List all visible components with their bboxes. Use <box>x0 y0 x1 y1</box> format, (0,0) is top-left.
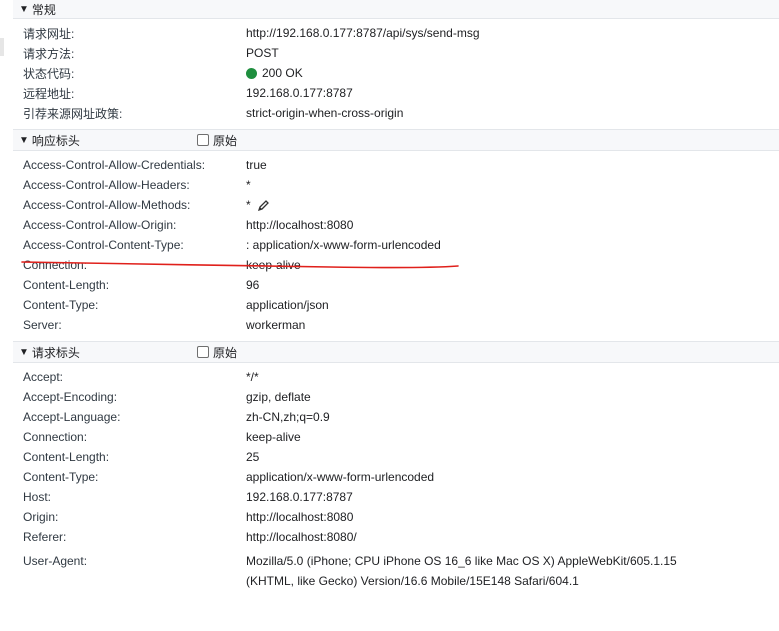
status-dot-icon <box>246 67 257 79</box>
header-key: Accept-Encoding: <box>23 390 118 404</box>
header-value[interactable]: 96 <box>246 278 259 292</box>
header-value[interactable]: POST <box>246 46 279 60</box>
general-row: 请求网址: http://192.168.0.177:8787/api/sys/… <box>13 23 779 43</box>
request-header-row: Referer: http://localhost:8080/ <box>13 527 779 547</box>
pencil-icon[interactable] <box>257 199 270 212</box>
general-rows: 请求网址: http://192.168.0.177:8787/api/sys/… <box>13 19 779 129</box>
response-header-row: Access-Control-Content-Type: : applicati… <box>13 235 779 255</box>
header-value[interactable]: keep-alive <box>246 258 301 272</box>
header-value[interactable]: http://192.168.0.177:8787/api/sys/send-m… <box>246 26 480 40</box>
section-title: 响应标头 <box>31 133 80 148</box>
request-header-row: Connection: keep-alive <box>13 427 779 447</box>
header-value[interactable]: 192.168.0.177:8787 <box>246 86 353 100</box>
header-key: Origin: <box>23 510 59 524</box>
header-key: Content-Type: <box>23 298 99 312</box>
response-header-rows: Access-Control-Allow-Credentials: true A… <box>13 151 779 341</box>
header-key: Access-Control-Allow-Credentials: <box>23 158 206 172</box>
response-header-row: Content-Type: application/json <box>13 295 779 315</box>
header-key: Access-Control-Content-Type: <box>23 238 184 252</box>
header-value[interactable]: : application/x-www-form-urlencoded <box>246 238 441 252</box>
response-header-row: Server: workerman <box>13 315 779 335</box>
raw-checkbox[interactable] <box>197 134 209 146</box>
header-value[interactable]: zh-CN,zh;q=0.9 <box>246 410 330 424</box>
request-header-row: Content-Length: 25 <box>13 447 779 467</box>
methods-value[interactable]: * <box>246 198 270 212</box>
header-key: 远程地址: <box>23 86 75 101</box>
request-header-row: Accept-Encoding: gzip, deflate <box>13 387 779 407</box>
raw-toggle[interactable]: 原始 <box>197 344 237 361</box>
header-key: Server: <box>23 318 62 332</box>
section-title: 常规 <box>31 2 56 17</box>
header-key: Content-Type: <box>23 470 99 484</box>
header-value[interactable]: http://localhost:8080 <box>246 218 353 232</box>
header-value[interactable]: gzip, deflate <box>246 390 311 404</box>
header-value[interactable]: application/json <box>246 298 329 312</box>
header-value[interactable]: workerman <box>246 318 305 332</box>
headers-panel: ▼ 常规 请求网址: http://192.168.0.177:8787/api… <box>13 0 779 597</box>
header-key: 请求方法: <box>23 46 75 61</box>
header-key: Accept-Language: <box>23 410 121 424</box>
header-value[interactable]: true <box>246 158 267 172</box>
header-key: Access-Control-Allow-Origin: <box>23 218 177 232</box>
header-key: Referer: <box>23 530 67 544</box>
header-key: 请求网址: <box>23 26 75 41</box>
header-value[interactable]: 25 <box>246 450 259 464</box>
response-header-row: Access-Control-Allow-Headers: * <box>13 175 779 195</box>
header-key: Accept: <box>23 370 64 384</box>
general-row: 引荐来源网址政策: strict-origin-when-cross-origi… <box>13 103 779 123</box>
header-key: Access-Control-Allow-Headers: <box>23 178 190 192</box>
header-key: 引荐来源网址政策: <box>23 106 123 121</box>
request-header-row: Accept-Language: zh-CN,zh;q=0.9 <box>13 407 779 427</box>
section-general-header[interactable]: ▼ 常规 <box>13 0 779 19</box>
header-value[interactable]: * <box>246 178 251 192</box>
section-response-headers-header[interactable]: ▼ 响应标头 原始 <box>13 129 779 151</box>
header-key: Content-Length: <box>23 278 110 292</box>
response-header-row: Access-Control-Allow-Origin: http://loca… <box>13 215 779 235</box>
section-title: 请求标头 <box>31 345 80 360</box>
raw-checkbox[interactable] <box>197 346 209 358</box>
request-header-row: User-Agent: Mozilla/5.0 (iPhone; CPU iPh… <box>13 547 779 591</box>
left-edge-marker <box>0 38 4 56</box>
section-request-headers-header[interactable]: ▼ 请求标头 原始 <box>13 341 779 363</box>
raw-toggle[interactable]: 原始 <box>197 132 237 149</box>
header-value[interactable]: Mozilla/5.0 (iPhone; CPU iPhone OS 16_6 … <box>246 551 716 591</box>
header-key: 状态代码: <box>23 66 75 81</box>
triangle-down-icon: ▼ <box>19 134 29 146</box>
header-value-text: * <box>246 198 251 212</box>
response-header-row: Connection: keep-alive <box>13 255 779 275</box>
header-key: Content-Length: <box>23 450 110 464</box>
triangle-down-icon: ▼ <box>19 3 29 15</box>
header-key: User-Agent: <box>23 554 88 568</box>
response-header-row: Content-Length: 96 <box>13 275 779 295</box>
header-value[interactable]: application/x-www-form-urlencoded <box>246 470 434 484</box>
response-header-row: Access-Control-Allow-Credentials: true <box>13 155 779 175</box>
general-row: 远程地址: 192.168.0.177:8787 <box>13 83 779 103</box>
header-value[interactable]: http://localhost:8080 <box>246 510 353 524</box>
request-header-row: Origin: http://localhost:8080 <box>13 507 779 527</box>
raw-label: 原始 <box>213 345 238 360</box>
request-header-row: Content-Type: application/x-www-form-url… <box>13 467 779 487</box>
header-value[interactable]: keep-alive <box>246 430 301 444</box>
status-code-text: 200 OK <box>262 66 303 80</box>
general-row: 请求方法: POST <box>13 43 779 63</box>
response-header-row: Access-Control-Allow-Methods: * <box>13 195 779 215</box>
triangle-down-icon: ▼ <box>19 346 29 358</box>
header-key: Host: <box>23 490 52 504</box>
request-header-row: Accept: */* <box>13 367 779 387</box>
status-code-value[interactable]: 200 OK <box>246 66 303 80</box>
header-value[interactable]: http://localhost:8080/ <box>246 530 357 544</box>
header-value[interactable]: strict-origin-when-cross-origin <box>246 106 403 120</box>
header-value[interactable]: */* <box>246 370 259 384</box>
general-row: 状态代码: 200 OK <box>13 63 779 83</box>
raw-label: 原始 <box>213 133 238 148</box>
header-key: Connection: <box>23 258 88 272</box>
header-key: Access-Control-Allow-Methods: <box>23 198 191 212</box>
request-header-row: Host: 192.168.0.177:8787 <box>13 487 779 507</box>
header-value[interactable]: 192.168.0.177:8787 <box>246 490 353 504</box>
header-key: Connection: <box>23 430 88 444</box>
request-header-rows: Accept: */* Accept-Encoding: gzip, defla… <box>13 363 779 597</box>
